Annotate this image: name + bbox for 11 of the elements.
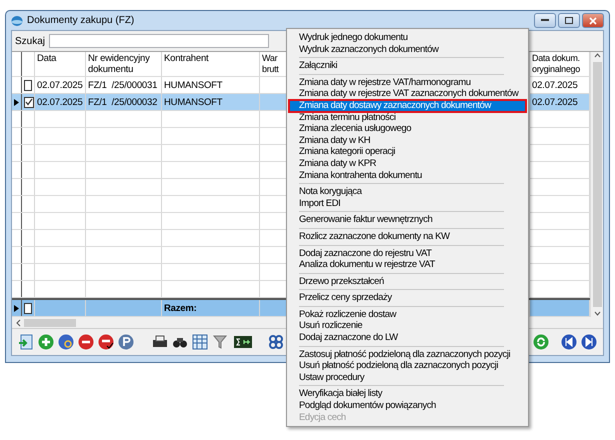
table-cell: 02.07.2025 [37, 80, 83, 90]
table-cell: FZ/1 /25/000032 [88, 96, 158, 108]
table-cell: FZ/1 /25/000031 [88, 80, 158, 90]
window-title: Dokumenty zakupu (FZ) [27, 15, 136, 26]
table-cell: HUMANSOFT [164, 80, 222, 90]
table-cell: 02.07.2025 [532, 80, 578, 90]
table-cell: 02.07.2025 [37, 96, 83, 108]
totals-label: Razem: [164, 302, 197, 314]
search-label: Szukaj [15, 36, 46, 46]
table-cell: 02.07.2025 [532, 96, 578, 108]
table-cell: HUMANSOFT [164, 96, 222, 108]
